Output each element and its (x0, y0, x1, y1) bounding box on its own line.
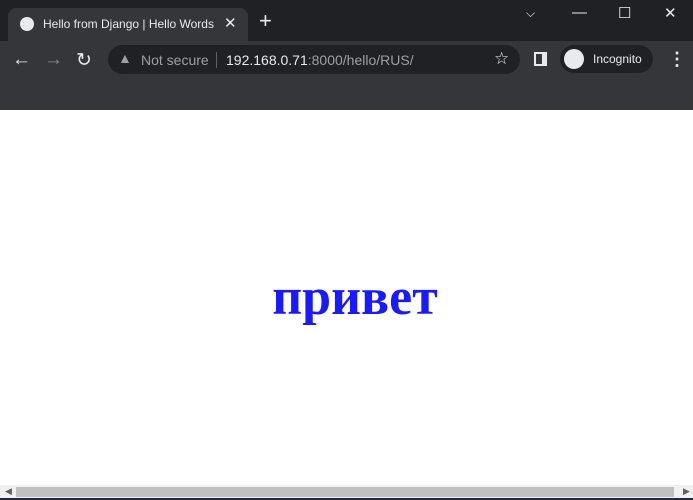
scroll-right-arrow-icon[interactable]: ▶ (683, 486, 690, 497)
incognito-profile-button[interactable]: Incognito (560, 45, 653, 73)
menu-kebab-icon[interactable]: ⋮ (668, 49, 686, 70)
url-path: :8000/hello/RUS/ (307, 52, 414, 68)
warning-icon: ▲ (118, 50, 132, 66)
scrollbar-thumb[interactable] (16, 487, 674, 497)
tab-active[interactable]: Hello from Django | Hello Words ✕ (8, 8, 248, 41)
maximize-button[interactable]: ☐ (618, 4, 631, 22)
profile-label: Incognito (593, 52, 642, 66)
divider (216, 52, 217, 68)
globe-icon (20, 17, 34, 31)
tab-search-icon[interactable]: ⌵ (526, 6, 535, 21)
minimize-button[interactable]: — (572, 4, 587, 21)
close-window-button[interactable]: ✕ (664, 4, 677, 22)
greeting-heading: привет (272, 269, 438, 326)
forward-button[interactable]: → (44, 49, 63, 71)
side-panel-icon[interactable] (534, 52, 547, 66)
close-tab-icon[interactable]: ✕ (224, 14, 237, 32)
incognito-icon (564, 49, 584, 69)
reload-button[interactable]: ↻ (76, 49, 92, 72)
toolbar: ← → ↻ ▲ Not secure 192.168.0.71:8000/hel… (0, 41, 693, 110)
new-tab-button[interactable]: + (259, 10, 272, 32)
scroll-left-arrow-icon[interactable]: ◀ (5, 486, 12, 497)
tab-title: Hello from Django | Hello Words (43, 17, 214, 31)
horizontal-scrollbar[interactable]: ◀ ▶ (0, 485, 693, 498)
address-bar[interactable]: ▲ Not secure 192.168.0.71:8000/hello/RUS… (108, 45, 520, 74)
security-label[interactable]: Not secure (141, 52, 209, 68)
back-button[interactable]: ← (12, 49, 31, 71)
tab-strip: Hello from Django | Hello Words ✕ + ⌵ — … (0, 0, 693, 41)
url-text[interactable]: 192.168.0.71:8000/hello/RUS/ (226, 52, 414, 68)
url-host: 192.168.0.71 (226, 52, 308, 68)
bookmark-star-icon[interactable]: ☆ (494, 49, 509, 69)
